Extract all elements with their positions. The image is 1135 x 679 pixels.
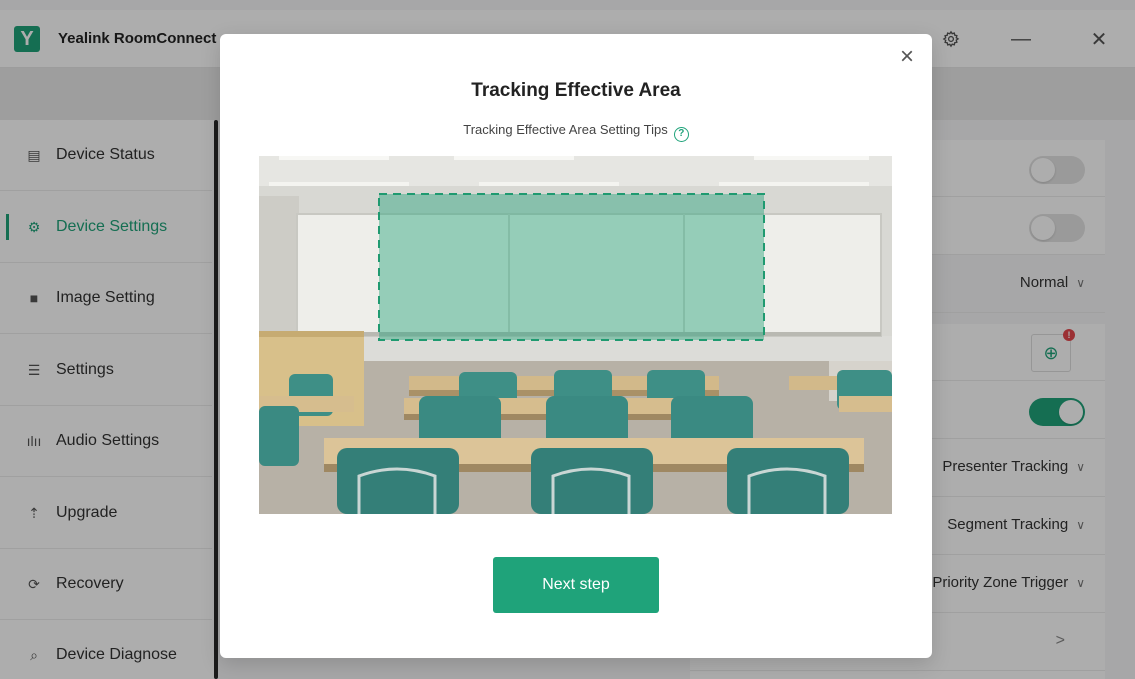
close-icon[interactable]: ×	[894, 44, 920, 70]
tracking-area-dialog: × Tracking Effective Area Tracking Effec…	[220, 34, 932, 658]
help-icon[interactable]: ?	[673, 127, 689, 142]
dialog-title: Tracking Effective Area	[471, 80, 681, 101]
dialog-tips: Tracking Effective Area Setting Tips?	[220, 122, 932, 142]
classroom-preview-image	[259, 156, 892, 514]
tips-text: Tracking Effective Area Setting Tips	[463, 122, 668, 137]
next-step-button[interactable]: Next step	[493, 557, 659, 613]
